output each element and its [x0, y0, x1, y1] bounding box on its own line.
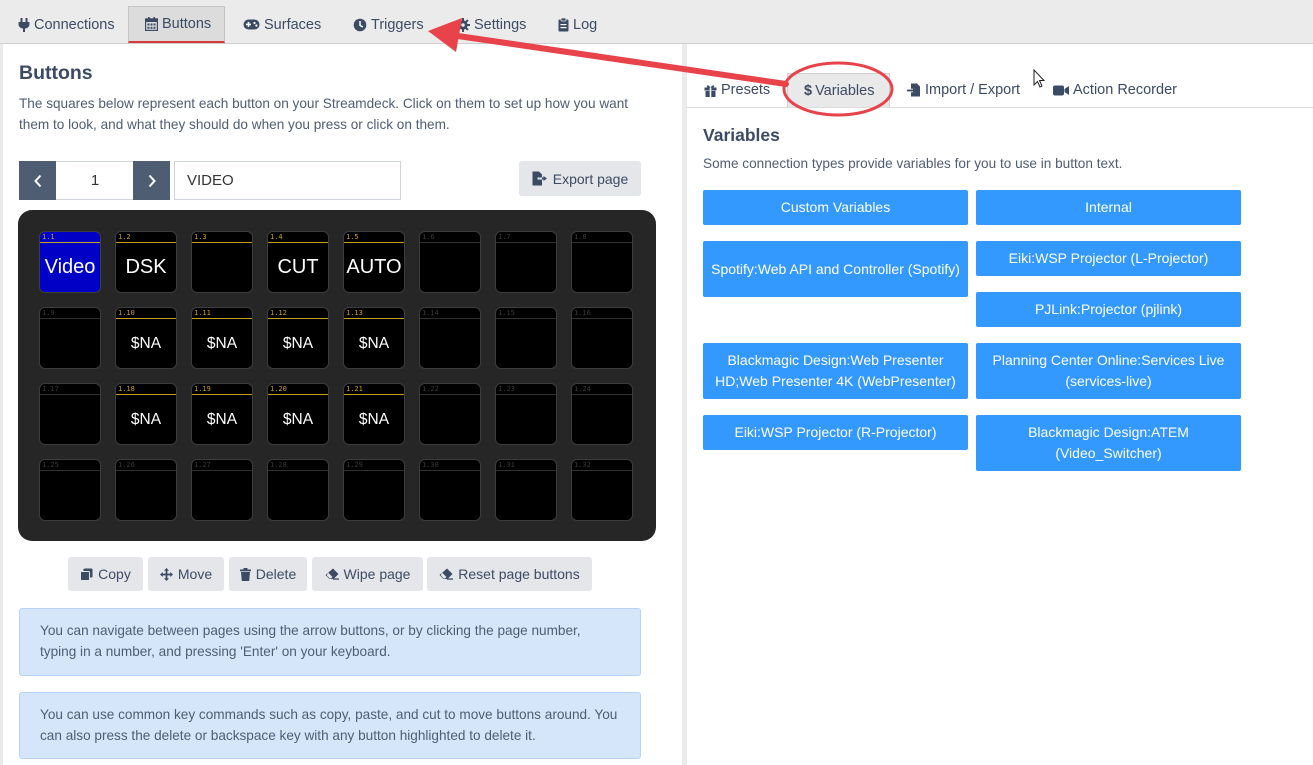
highlight-circle	[782, 61, 894, 117]
annotation-arrow-head	[428, 18, 462, 52]
annotation-arrow-shaft	[455, 33, 789, 87]
annotation-overlay	[428, 18, 1046, 117]
mouse-cursor-icon	[1033, 68, 1046, 88]
